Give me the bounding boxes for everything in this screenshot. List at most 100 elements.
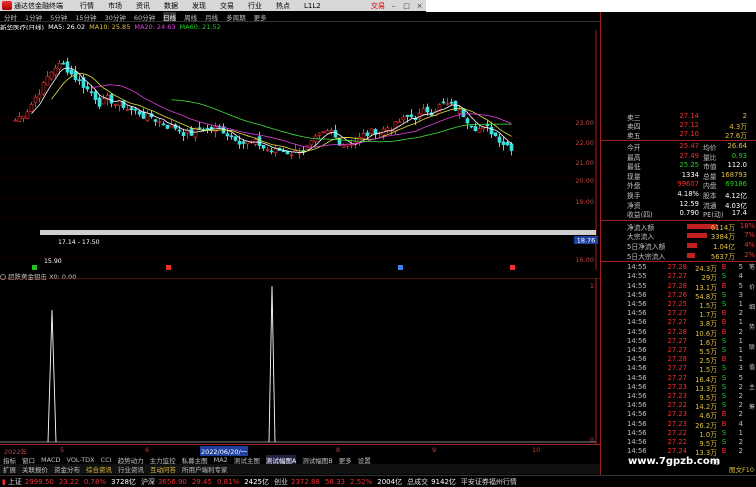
menu-item[interactable]: 资讯 (136, 2, 150, 10)
tick-price: 27.22 (667, 428, 687, 437)
indicator-tab[interactable]: CCI (101, 456, 112, 464)
sh-amount: 3728亿 (111, 477, 136, 486)
indicator-chart[interactable]: 10 (0, 278, 600, 444)
side-tab-button[interactable]: 值 (747, 362, 756, 371)
close-icon[interactable]: × (415, 2, 424, 10)
period-tab[interactable]: 多周期 (226, 12, 246, 22)
indicator-tab[interactable]: VOL-TDX (66, 456, 94, 464)
kline-chart[interactable]: 23.0022.0021.0020.0019.0017.0016.0018.76… (0, 30, 600, 270)
tick-time: 14:56 (627, 392, 647, 400)
tick-price: 27.27 (667, 309, 687, 318)
candle-body (165, 124, 170, 129)
quote-label: 量比 (703, 153, 717, 162)
f10-label[interactable]: 图文F10 (729, 464, 754, 474)
side-tab-button[interactable]: 细 (747, 302, 756, 311)
indicator-tab[interactable]: 窗口 (22, 455, 35, 465)
menu-item[interactable]: 交易 (220, 2, 234, 10)
maximize-icon[interactable]: □ (402, 2, 411, 10)
indicator-tab[interactable]: 趋势动力 (118, 455, 144, 465)
side-tab-button[interactable]: 势 (747, 322, 756, 331)
indicator-tab[interactable]: 主力监控 (150, 455, 176, 465)
indicator-tab[interactable]: 测试幅图B (302, 455, 332, 465)
candle-body (93, 91, 98, 100)
indicator-tab[interactable]: 私募主图 (182, 455, 208, 465)
candle-body (133, 108, 138, 111)
event-marker-icon[interactable] (32, 265, 37, 270)
menu-item[interactable]: 市场 (108, 2, 122, 10)
tick-row: 14:56 27.22 9.5万 S 2 (627, 438, 756, 448)
flow-label: 5日净流入额 (627, 243, 666, 251)
candle-body (49, 71, 54, 80)
period-tab[interactable]: 60分钟 (134, 12, 155, 22)
candle-body (101, 98, 106, 105)
quote-value: 69186 (725, 180, 747, 189)
sh-change: 23.22 (58, 477, 79, 486)
side-tab-button[interactable]: 主 (747, 382, 756, 391)
menu-item[interactable]: 热点 (276, 2, 290, 10)
extension-tab[interactable]: 关联报价 (22, 464, 48, 474)
tick-side: S (721, 364, 727, 373)
candle-body (321, 131, 326, 133)
tick-time: 14:56 (627, 318, 647, 327)
period-tab[interactable]: 周线 (184, 12, 197, 22)
quote-label: 总量 (703, 172, 717, 181)
date-label: 9 (432, 446, 437, 454)
tick-side: B (721, 318, 727, 327)
indicator-tab[interactable]: 更多 (339, 455, 352, 465)
indicator-tab[interactable]: 测试幅图A (265, 454, 297, 465)
candle-body (161, 123, 166, 126)
candle-body (445, 103, 450, 105)
period-tab[interactable]: 日线 (163, 11, 177, 22)
period-tab[interactable]: 1分钟 (25, 12, 42, 22)
menu-item[interactable]: 发现 (192, 2, 206, 10)
tick-time: 14:55 (627, 263, 647, 272)
side-tab-button[interactable]: 筹 (747, 402, 756, 411)
side-tab-button[interactable]: 联 (747, 342, 756, 351)
indicator-tab[interactable]: 设置 (358, 455, 371, 465)
tick-count: 3 (738, 364, 743, 373)
event-marker-icon[interactable] (398, 265, 403, 270)
side-tab-button[interactable]: 笔 (747, 262, 756, 271)
tick-time: 14:56 (627, 401, 647, 410)
tick-price: 27.27 (667, 346, 687, 354)
menu-item[interactable]: 数据 (164, 2, 178, 10)
flow-percent: 18% (739, 221, 755, 230)
menu-item[interactable]: 行情 (80, 2, 94, 10)
event-marker-icon[interactable] (166, 265, 171, 270)
extension-tab[interactable]: 行业资讯 (118, 464, 144, 474)
candle-body (113, 104, 118, 106)
cy-percent: 2.52% (350, 477, 373, 486)
indicator-tab[interactable]: 测试主图 (234, 455, 260, 465)
extension-tab[interactable]: 资金分布 (54, 464, 80, 474)
minimize-icon[interactable]: – (389, 2, 398, 10)
price-tick: 19.00 (575, 198, 594, 206)
trade-button[interactable]: 交易 (371, 1, 385, 11)
price-tick: 20.00 (575, 177, 594, 185)
candle-body (309, 140, 314, 146)
extension-tab[interactable]: 互动问答 (150, 464, 176, 474)
candle-body (129, 107, 134, 111)
extension-tab[interactable]: 扩展 (3, 464, 16, 474)
menu-item[interactable]: 行业 (248, 2, 262, 10)
period-tab[interactable]: 15分钟 (75, 12, 96, 22)
period-tab[interactable]: 分时 (4, 12, 17, 22)
period-tab[interactable]: 30分钟 (105, 12, 126, 22)
sell-volume: 2 (742, 112, 747, 120)
side-tab-button[interactable]: 价 (747, 282, 756, 291)
period-tab[interactable]: 更多 (254, 12, 267, 22)
event-marker-icon[interactable] (510, 265, 515, 270)
indicator-tab[interactable]: MA2 (214, 456, 228, 464)
candle-body (449, 101, 454, 104)
period-tab[interactable]: 月线 (205, 12, 218, 22)
indicator-tab[interactable]: 指标 (3, 455, 16, 465)
extension-tab[interactable]: 综合资讯 (86, 464, 112, 474)
indicator-tab[interactable]: MACD (41, 456, 60, 464)
menu-item[interactable]: L1L2 (304, 2, 321, 10)
date-label: 5 (60, 446, 65, 454)
extension-tab[interactable]: 所用户端利专家 (182, 464, 228, 474)
candle-body (17, 116, 22, 122)
tick-side: B (721, 281, 727, 290)
price-tick: 22.00 (575, 139, 594, 147)
period-tab[interactable]: 5分钟 (50, 12, 67, 22)
tick-time: 14:56 (627, 438, 647, 446)
